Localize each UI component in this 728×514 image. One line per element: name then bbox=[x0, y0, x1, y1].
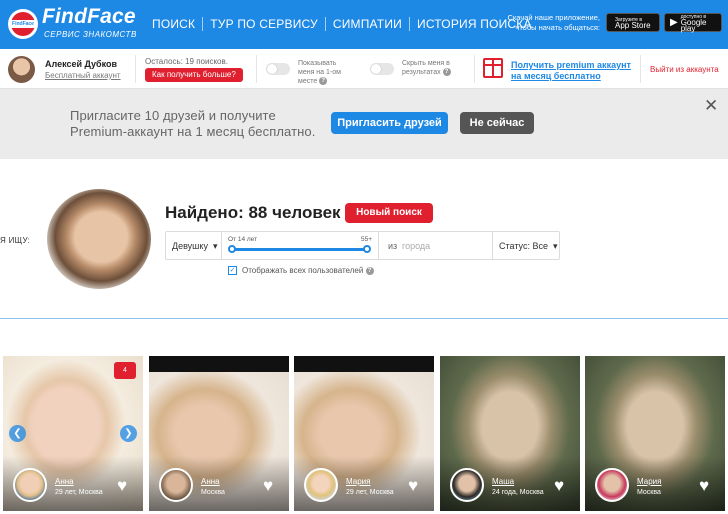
result-avatar[interactable] bbox=[304, 468, 338, 502]
app-promo-text: Скачай наше приложение, чтобы начать общ… bbox=[507, 13, 600, 32]
result-card[interactable]: Мария Москва ♥ bbox=[585, 356, 725, 511]
searches-remaining: Осталось: 19 поисков. bbox=[145, 57, 228, 66]
get-more-button[interactable]: Как получить больше? bbox=[145, 68, 243, 82]
photo-count: 4 bbox=[123, 367, 127, 374]
heart-icon[interactable]: ♥ bbox=[263, 477, 273, 494]
caret-down-icon: ▾ bbox=[550, 241, 558, 251]
user-name: Алексей Дубков bbox=[45, 59, 118, 69]
city-input[interactable]: города bbox=[402, 241, 430, 251]
close-icon[interactable]: ✕ bbox=[704, 96, 718, 116]
result-card[interactable]: Мария 29 лет, Москва ♥ bbox=[294, 356, 434, 511]
seek-label: Я ИЩУ: bbox=[0, 236, 31, 245]
heart-icon[interactable]: ♥ bbox=[408, 477, 418, 494]
invite-friends-button[interactable]: Пригласить друзей bbox=[331, 112, 448, 134]
google-play-button[interactable]: ▶ доступно в Google play bbox=[664, 13, 722, 32]
gift-icon[interactable] bbox=[483, 58, 503, 78]
camera-icon[interactable]: 4 bbox=[114, 362, 136, 379]
age-max-label: 55+ bbox=[361, 236, 373, 243]
top-header: FindFace FindFace СЕРВИС ЗНАКОМСТВ ПОИСК… bbox=[0, 0, 728, 49]
help-icon[interactable]: ? bbox=[365, 266, 374, 275]
result-name[interactable]: Анна bbox=[55, 477, 74, 486]
new-search-button[interactable]: Новый поиск bbox=[345, 203, 433, 223]
invite-text-line1: Пригласите 10 друзей и получите bbox=[70, 108, 276, 123]
user-avatar[interactable] bbox=[8, 56, 35, 83]
city-from-label: из bbox=[388, 241, 398, 251]
result-name[interactable]: Мария bbox=[346, 477, 370, 486]
account-bar: Алексей Дубков Бесплатный аккаунт Остало… bbox=[0, 49, 728, 89]
not-now-button[interactable]: Не сейчас bbox=[460, 112, 534, 134]
app-store-label: App Store bbox=[615, 20, 651, 30]
result-card[interactable]: 4 ❮ ❯ Анна 29 лет, Москва ♥ bbox=[3, 356, 143, 511]
age-max-handle[interactable] bbox=[363, 245, 371, 253]
logout-link[interactable]: Выйти из аккаунта bbox=[650, 65, 719, 74]
heart-icon[interactable]: ♥ bbox=[699, 477, 709, 494]
account-type-link[interactable]: Бесплатный аккаунт bbox=[45, 71, 121, 80]
logo-badge[interactable]: FindFace bbox=[8, 9, 38, 39]
result-avatar[interactable] bbox=[595, 468, 629, 502]
heart-icon[interactable]: ♥ bbox=[554, 477, 564, 494]
result-avatar[interactable] bbox=[13, 468, 47, 502]
gender-select[interactable]: Девушку ▾ bbox=[172, 241, 218, 252]
result-name[interactable]: Анна bbox=[201, 477, 220, 486]
results-count: Найдено: 88 человек bbox=[165, 203, 341, 222]
status-select[interactable]: Статус: Все ▾ bbox=[499, 241, 558, 252]
gender-value: Девушку bbox=[172, 241, 208, 251]
age-min-handle[interactable] bbox=[228, 245, 236, 253]
logo-badge-text: FindFace bbox=[12, 21, 34, 27]
search-target-photo[interactable] bbox=[47, 189, 151, 289]
result-avatar[interactable] bbox=[450, 468, 484, 502]
section-divider bbox=[0, 318, 728, 319]
nav-likes[interactable]: СИМПАТИИ bbox=[324, 17, 409, 31]
google-play-label: Google play bbox=[680, 17, 707, 33]
help-icon[interactable]: ? bbox=[442, 68, 451, 77]
help-icon[interactable]: ? bbox=[319, 77, 328, 86]
show-first-toggle[interactable] bbox=[266, 63, 290, 75]
invite-banner: Пригласите 10 друзей и получите Premium-… bbox=[0, 89, 728, 159]
result-card[interactable]: Маша 24 года, Москва ♥ bbox=[440, 356, 580, 511]
result-meta: 29 лет, Москва bbox=[55, 489, 103, 496]
result-name[interactable]: Маша bbox=[492, 477, 514, 486]
result-meta: 29 лет, Москва bbox=[346, 489, 394, 496]
result-meta: 24 года, Москва bbox=[492, 489, 544, 496]
heart-icon[interactable]: ♥ bbox=[117, 477, 127, 494]
next-photo-icon[interactable]: ❯ bbox=[120, 425, 137, 442]
nav-search[interactable]: ПОИСК bbox=[145, 17, 202, 31]
nav-tour[interactable]: ТУР ПО СЕРВИСУ bbox=[202, 17, 325, 31]
logo-text[interactable]: FindFace bbox=[42, 5, 136, 29]
search-filter-bar: Девушку ▾ От 14 лет 55+ из города Статус… bbox=[165, 231, 560, 260]
result-avatar[interactable] bbox=[159, 468, 193, 502]
premium-offer-link[interactable]: Получить premium аккаунт на месяц беспла… bbox=[511, 60, 636, 82]
caret-down-icon: ▾ bbox=[210, 241, 218, 251]
prev-photo-icon[interactable]: ❮ bbox=[9, 425, 26, 442]
result-meta: Москва bbox=[637, 489, 661, 496]
status-value: Статус: Все bbox=[499, 241, 548, 251]
show-all-checkbox[interactable]: ✓ bbox=[228, 266, 237, 275]
age-range-track[interactable] bbox=[232, 248, 367, 251]
app-store-button[interactable]: Загрузите в App Store bbox=[606, 13, 660, 32]
result-name[interactable]: Мария bbox=[637, 477, 661, 486]
main-nav: ПОИСК ТУР ПО СЕРВИСУ СИМПАТИИ ИСТОРИЯ ПО… bbox=[145, 17, 539, 31]
invite-text-line2: Premium-аккаунт на 1 месяц бесплатно. bbox=[70, 124, 316, 139]
logo-tagline: СЕРВИС ЗНАКОМСТВ bbox=[44, 30, 137, 39]
hide-me-toggle[interactable] bbox=[370, 63, 394, 75]
result-card[interactable]: Анна Москва ♥ bbox=[149, 356, 289, 511]
result-meta: Москва bbox=[201, 489, 225, 496]
age-min-label: От 14 лет bbox=[228, 236, 258, 243]
show-all-label: Отображать всех пользователей bbox=[242, 266, 364, 275]
play-icon: ▶ bbox=[670, 17, 678, 28]
